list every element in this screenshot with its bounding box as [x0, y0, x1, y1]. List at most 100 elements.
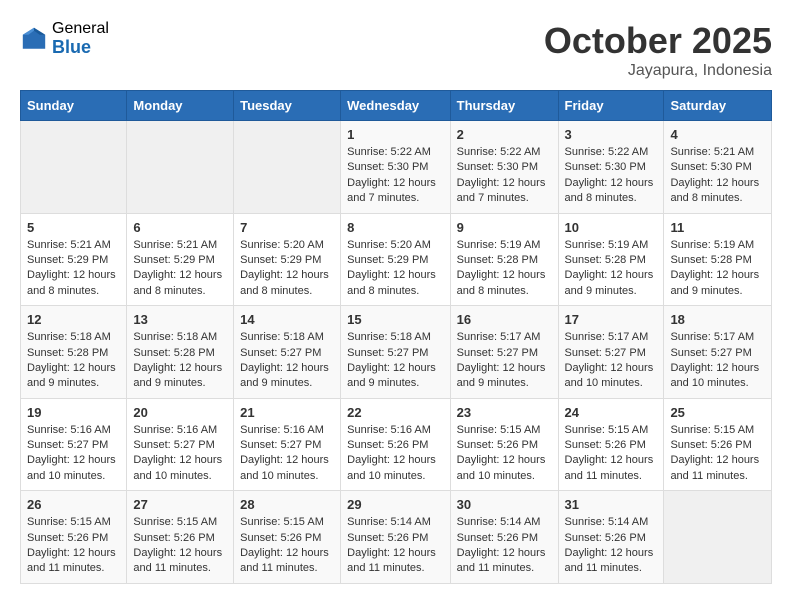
- day-number: 18: [670, 312, 765, 327]
- page-header: General Blue October 2025 Jayapura, Indo…: [20, 20, 772, 80]
- calendar-cell: 15 Sunrise: 5:18 AMSunset: 5:27 PMDayligh…: [341, 306, 451, 399]
- day-number: 7: [240, 220, 334, 235]
- day-number: 22: [347, 405, 444, 420]
- week-row-4: 19 Sunrise: 5:16 AMSunset: 5:27 PMDayligh…: [21, 398, 772, 491]
- day-number: 4: [670, 127, 765, 142]
- calendar-cell: [21, 121, 127, 214]
- day-info: Sunrise: 5:20 AMSunset: 5:29 PMDaylight:…: [347, 238, 444, 300]
- day-info: Sunrise: 5:20 AMSunset: 5:29 PMDaylight:…: [240, 238, 334, 300]
- weekday-header-row: SundayMondayTuesdayWednesdayThursdayFrid…: [21, 91, 772, 121]
- calendar-cell: 23Sunrise: 5:15 AMSunset: 5:26 PMDayligh…: [450, 398, 558, 491]
- day-number: 9: [457, 220, 552, 235]
- day-number: 31: [565, 497, 658, 512]
- day-number: 16: [457, 312, 552, 327]
- calendar-cell: 20 Sunrise: 5:16 AMSunset: 5:27 PMDayligh…: [127, 398, 234, 491]
- calendar-cell: 18Sunrise: 5:17 AMSunset: 5:27 PMDayligh…: [664, 306, 772, 399]
- calendar-cell: 19Sunrise: 5:16 AMSunset: 5:27 PMDayligh…: [21, 398, 127, 491]
- day-number: 15: [347, 312, 444, 327]
- day-info: Sunrise: 5:21 AMSunset: 5:29 PMDaylight:…: [27, 238, 120, 300]
- day-info: Sunrise: 5:16 AMSunset: 5:27 PMDaylight:…: [133, 423, 227, 485]
- weekday-header-tuesday: Tuesday: [234, 91, 341, 121]
- day-number: 11: [670, 220, 765, 235]
- calendar-cell: [127, 121, 234, 214]
- calendar-cell: 13Sunrise: 5:18 AMSunset: 5:28 PMDayligh…: [127, 306, 234, 399]
- day-info: Sunrise: 5:18 AMSunset: 5:27 PMDaylight:…: [240, 330, 334, 392]
- day-number: 29: [347, 497, 444, 512]
- day-number: 30: [457, 497, 552, 512]
- calendar-cell: 10 Sunrise: 5:19 AMSunset: 5:28 PMDayligh…: [558, 213, 664, 306]
- day-number: 24: [565, 405, 658, 420]
- weekday-header-wednesday: Wednesday: [341, 91, 451, 121]
- day-number: 2: [457, 127, 552, 142]
- calendar-cell: 9Sunrise: 5:19 AMSunset: 5:28 PMDaylight…: [450, 213, 558, 306]
- logo: General Blue: [20, 20, 109, 57]
- weekday-header-friday: Friday: [558, 91, 664, 121]
- day-info: Sunrise: 5:15 AMSunset: 5:26 PMDaylight:…: [240, 515, 334, 577]
- day-number: 1: [347, 127, 444, 142]
- calendar-cell: 8Sunrise: 5:20 AMSunset: 5:29 PMDaylight…: [341, 213, 451, 306]
- day-number: 13: [133, 312, 227, 327]
- calendar-cell: 14 Sunrise: 5:18 AMSunset: 5:27 PMDayligh…: [234, 306, 341, 399]
- day-info: Sunrise: 5:17 AMSunset: 5:27 PMDaylight:…: [565, 330, 658, 392]
- calendar-table: SundayMondayTuesdayWednesdayThursdayFrid…: [20, 90, 772, 584]
- day-info: Sunrise: 5:22 AMSunset: 5:30 PMDaylight:…: [565, 145, 658, 207]
- day-number: 27: [133, 497, 227, 512]
- calendar-cell: 31Sunrise: 5:14 AMSunset: 5:26 PMDayligh…: [558, 491, 664, 584]
- week-row-5: 26Sunrise: 5:15 AMSunset: 5:26 PMDayligh…: [21, 491, 772, 584]
- day-number: 3: [565, 127, 658, 142]
- day-number: 14: [240, 312, 334, 327]
- calendar-cell: 5 Sunrise: 5:21 AMSunset: 5:29 PMDaylight…: [21, 213, 127, 306]
- day-info: Sunrise: 5:15 AMSunset: 5:26 PMDaylight:…: [27, 515, 120, 577]
- day-info: Sunrise: 5:16 AMSunset: 5:26 PMDaylight:…: [347, 423, 444, 485]
- day-number: 20: [133, 405, 227, 420]
- calendar-cell: 3 Sunrise: 5:22 AMSunset: 5:30 PMDaylight…: [558, 121, 664, 214]
- week-row-1: 1 Sunrise: 5:22 AMSunset: 5:30 PMDaylight…: [21, 121, 772, 214]
- day-number: 17: [565, 312, 658, 327]
- calendar-cell: 16 Sunrise: 5:17 AMSunset: 5:27 PMDayligh…: [450, 306, 558, 399]
- day-number: 23: [457, 405, 552, 420]
- calendar-cell: 7 Sunrise: 5:20 AMSunset: 5:29 PMDaylight…: [234, 213, 341, 306]
- weekday-header-saturday: Saturday: [664, 91, 772, 121]
- location: Jayapura, Indonesia: [544, 62, 772, 80]
- day-number: 19: [27, 405, 120, 420]
- weekday-header-thursday: Thursday: [450, 91, 558, 121]
- day-number: 21: [240, 405, 334, 420]
- calendar-cell: 11Sunrise: 5:19 AMSunset: 5:28 PMDayligh…: [664, 213, 772, 306]
- logo-blue: Blue: [52, 38, 109, 58]
- day-info: Sunrise: 5:15 AMSunset: 5:26 PMDaylight:…: [565, 423, 658, 485]
- calendar-cell: 24 Sunrise: 5:15 AMSunset: 5:26 PMDayligh…: [558, 398, 664, 491]
- day-info: Sunrise: 5:19 AMSunset: 5:28 PMDaylight:…: [565, 238, 658, 300]
- calendar-cell: 4Sunrise: 5:21 AMSunset: 5:30 PMDaylight…: [664, 121, 772, 214]
- calendar-cell: 30 Sunrise: 5:14 AMSunset: 5:26 PMDayligh…: [450, 491, 558, 584]
- calendar-cell: 12Sunrise: 5:18 AMSunset: 5:28 PMDayligh…: [21, 306, 127, 399]
- calendar-cell: [664, 491, 772, 584]
- calendar-cell: 1 Sunrise: 5:22 AMSunset: 5:30 PMDaylight…: [341, 121, 451, 214]
- calendar-cell: 6 Sunrise: 5:21 AMSunset: 5:29 PMDaylight…: [127, 213, 234, 306]
- day-info: Sunrise: 5:21 AMSunset: 5:29 PMDaylight:…: [133, 238, 227, 300]
- logo-icon: [20, 25, 48, 53]
- calendar-cell: 29Sunrise: 5:14 AMSunset: 5:26 PMDayligh…: [341, 491, 451, 584]
- calendar-cell: 26Sunrise: 5:15 AMSunset: 5:26 PMDayligh…: [21, 491, 127, 584]
- weekday-header-monday: Monday: [127, 91, 234, 121]
- calendar-cell: [234, 121, 341, 214]
- day-number: 5: [27, 220, 120, 235]
- day-info: Sunrise: 5:16 AMSunset: 5:27 PMDaylight:…: [240, 423, 334, 485]
- day-info: Sunrise: 5:18 AMSunset: 5:27 PMDaylight:…: [347, 330, 444, 392]
- calendar-cell: 27Sunrise: 5:15 AMSunset: 5:26 PMDayligh…: [127, 491, 234, 584]
- day-info: Sunrise: 5:14 AMSunset: 5:26 PMDaylight:…: [457, 515, 552, 577]
- day-info: Sunrise: 5:17 AMSunset: 5:27 PMDaylight:…: [457, 330, 552, 392]
- day-info: Sunrise: 5:18 AMSunset: 5:28 PMDaylight:…: [27, 330, 120, 392]
- calendar-cell: 2 Sunrise: 5:22 AMSunset: 5:30 PMDaylight…: [450, 121, 558, 214]
- day-number: 28: [240, 497, 334, 512]
- logo-general: General: [52, 20, 109, 38]
- week-row-2: 5 Sunrise: 5:21 AMSunset: 5:29 PMDaylight…: [21, 213, 772, 306]
- calendar-cell: 17 Sunrise: 5:17 AMSunset: 5:27 PMDayligh…: [558, 306, 664, 399]
- calendar-cell: 25Sunrise: 5:15 AMSunset: 5:26 PMDayligh…: [664, 398, 772, 491]
- day-info: Sunrise: 5:15 AMSunset: 5:26 PMDaylight:…: [670, 423, 765, 485]
- week-row-3: 12Sunrise: 5:18 AMSunset: 5:28 PMDayligh…: [21, 306, 772, 399]
- day-info: Sunrise: 5:22 AMSunset: 5:30 PMDaylight:…: [457, 145, 552, 207]
- calendar-cell: 28 Sunrise: 5:15 AMSunset: 5:26 PMDayligh…: [234, 491, 341, 584]
- day-info: Sunrise: 5:22 AMSunset: 5:30 PMDaylight:…: [347, 145, 444, 207]
- day-number: 10: [565, 220, 658, 235]
- day-number: 6: [133, 220, 227, 235]
